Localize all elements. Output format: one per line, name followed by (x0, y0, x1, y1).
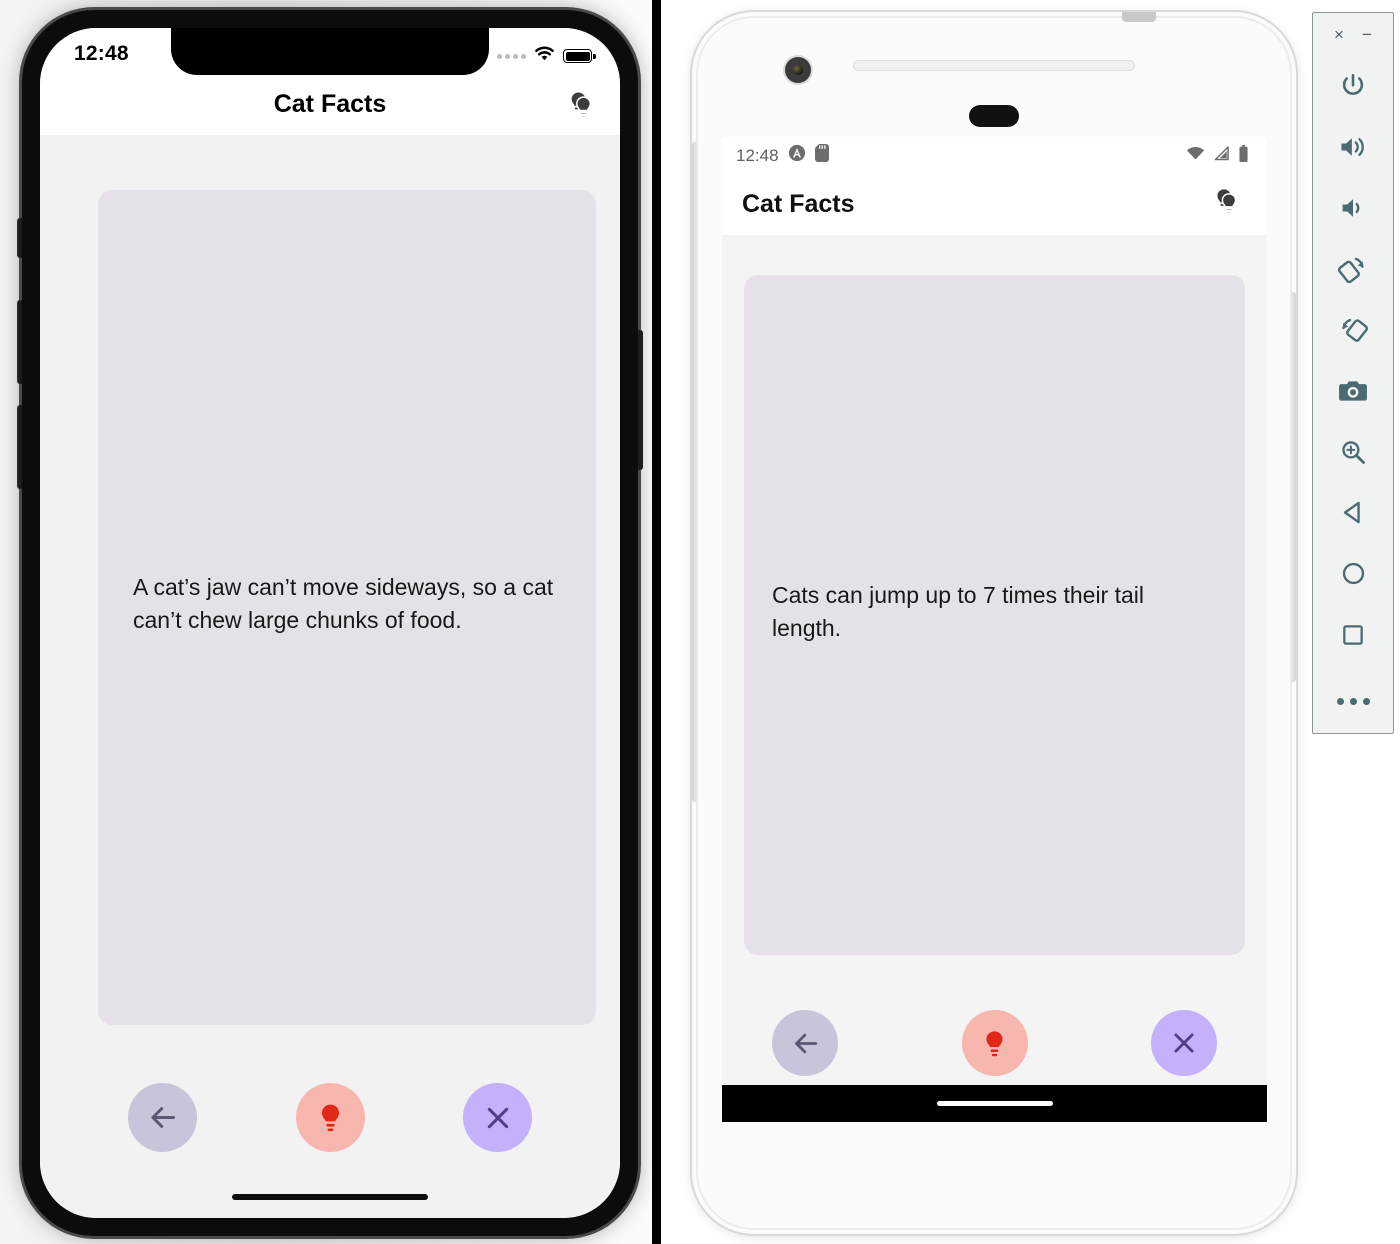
camera-icon (1339, 380, 1367, 401)
cell-signal-icon (1213, 145, 1230, 166)
ios-app-body: A cat’s jaw can’t move sideways, so a ca… (40, 135, 620, 1218)
triangle-back-icon (1343, 501, 1360, 524)
rotate-right-button[interactable] (1313, 299, 1393, 360)
arrow-left-icon (151, 1107, 175, 1128)
ios-device-frame: 12:48 Cat Facts A cat’s jaw can’t move s… (17, 10, 643, 1236)
power-icon (1342, 73, 1364, 95)
rotate-left-button[interactable] (1313, 238, 1393, 299)
fact-text: Cats can jump up to 7 times their tail l… (772, 582, 1144, 641)
sensor-pill (969, 105, 1019, 127)
screenshot-button[interactable] (1313, 360, 1393, 421)
power-button[interactable] (1313, 55, 1393, 116)
android-left-rail (692, 142, 698, 802)
rotate-right-icon (1342, 318, 1368, 342)
overview-button[interactable] (1313, 604, 1393, 665)
front-camera-icon (785, 57, 811, 83)
volume-down-button[interactable] (1313, 177, 1393, 238)
previous-fact-button[interactable] (128, 1083, 197, 1152)
zoom-button[interactable] (1313, 421, 1393, 482)
fact-card: Cats can jump up to 7 times their tail l… (744, 275, 1245, 955)
sd-card-icon (814, 144, 829, 167)
screenshot-root: 12:48 Cat Facts A cat’s jaw can’t move s… (0, 0, 1400, 1244)
close-window-button[interactable]: × (1329, 26, 1349, 43)
wifi-icon (1186, 146, 1205, 166)
earpiece-speaker (853, 60, 1135, 71)
close-x-icon (1174, 1033, 1194, 1053)
emulator-window-controls: × − (1313, 13, 1393, 55)
circle-home-icon (1342, 562, 1364, 585)
emulator-toolbar: × − (1312, 12, 1394, 734)
rotate-left-icon (1338, 257, 1364, 283)
ios-volume-up-button[interactable] (17, 300, 22, 384)
android-antenna-band (1122, 12, 1156, 22)
new-fact-button[interactable] (295, 1083, 365, 1152)
android-app-body: Cats can jump up to 7 times their tail l… (722, 235, 1267, 1122)
arrow-left-icon (794, 1033, 817, 1053)
ios-power-button[interactable] (638, 330, 643, 470)
new-fact-button[interactable] (961, 1010, 1028, 1076)
ios-status-icons (497, 42, 596, 67)
close-button[interactable] (1151, 1010, 1217, 1076)
page-title: Cat Facts (742, 189, 855, 218)
android-screen: 12:48 Cat Facts Cats can jump up to 7 ti… (722, 138, 1267, 1122)
volume-up-icon (1341, 137, 1364, 156)
android-action-button-row (722, 1010, 1267, 1076)
magnifier-plus-icon (1342, 440, 1365, 464)
wifi-icon (533, 45, 556, 67)
ios-mute-switch[interactable] (17, 218, 22, 258)
double-lightbulb-icon[interactable] (564, 88, 598, 127)
ios-screen: 12:48 Cat Facts A cat’s jaw can’t move s… (40, 28, 620, 1218)
battery-full-icon (1238, 144, 1249, 167)
signal-dots-icon (497, 53, 526, 59)
minimize-window-button[interactable]: − (1357, 26, 1377, 43)
ios-volume-down-button[interactable] (17, 405, 22, 489)
android-app-bar: Cat Facts (722, 173, 1267, 235)
close-button[interactable] (463, 1083, 532, 1152)
lightbulb-icon (321, 1104, 339, 1132)
close-x-icon (487, 1107, 508, 1128)
panel-divider (652, 0, 661, 1244)
square-overview-icon (1343, 624, 1363, 645)
previous-fact-button[interactable] (772, 1010, 838, 1076)
volume-down-icon (1342, 198, 1360, 217)
volume-up-button[interactable] (1313, 116, 1393, 177)
home-button[interactable] (1313, 543, 1393, 604)
back-button[interactable] (1313, 482, 1393, 543)
ios-notch (171, 28, 489, 75)
battery-full-icon (563, 49, 596, 63)
android-status-icons (1186, 144, 1249, 167)
android-device-frame: 12:48 Cat Facts Cats can jump up to 7 ti… (692, 12, 1296, 1234)
more-button[interactable] (1313, 671, 1393, 732)
page-title: Cat Facts (273, 90, 387, 118)
gesture-pill[interactable] (936, 1101, 1053, 1106)
fact-text: A cat’s jaw can’t move sideways, so a ca… (133, 573, 554, 633)
double-lightbulb-icon[interactable] (1210, 185, 1243, 223)
circle-a-icon (788, 144, 806, 167)
android-status-left: 12:48 (736, 144, 829, 167)
android-power-button[interactable] (1290, 292, 1296, 682)
ellipsis-icon (1336, 698, 1370, 705)
ios-action-button-row (40, 1083, 620, 1152)
fact-card: A cat’s jaw can’t move sideways, so a ca… (98, 190, 596, 1025)
home-indicator[interactable] (232, 1194, 428, 1200)
lightbulb-icon (986, 1030, 1003, 1056)
ios-app-bar: Cat Facts (40, 80, 620, 135)
android-navigation-bar (722, 1085, 1267, 1122)
android-status-bar: 12:48 (722, 138, 1267, 173)
ios-status-time: 12:48 (74, 42, 129, 65)
android-status-time: 12:48 (736, 145, 779, 165)
